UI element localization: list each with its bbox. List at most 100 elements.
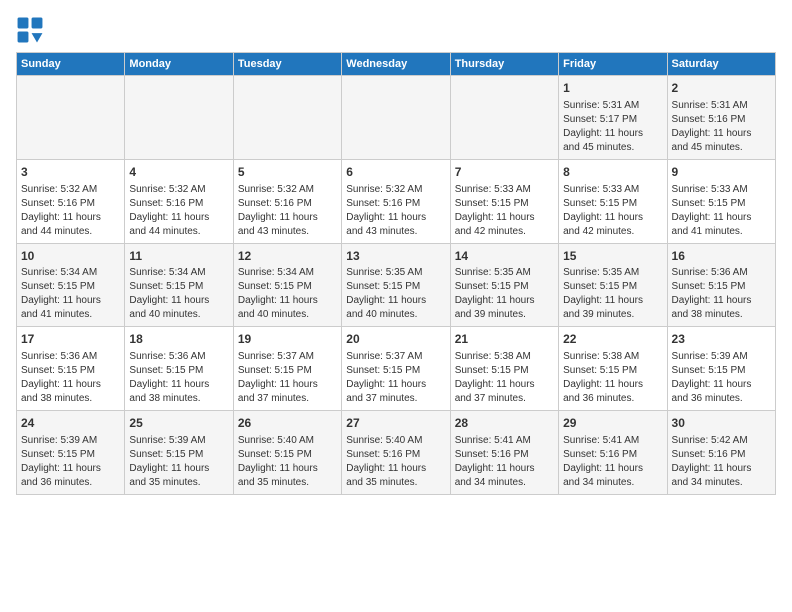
day-number: 22 [563, 331, 662, 348]
calendar-week-4: 17Sunrise: 5:36 AMSunset: 5:15 PMDayligh… [17, 327, 776, 411]
day-info: Sunrise: 5:41 AM [455, 434, 554, 448]
day-number: 6 [346, 164, 445, 181]
page-header [16, 16, 776, 44]
day-number: 25 [129, 415, 228, 432]
day-number: 20 [346, 331, 445, 348]
day-info: Sunset: 5:15 PM [238, 364, 337, 378]
day-info: Daylight: 11 hours [346, 211, 445, 225]
day-info: Sunset: 5:15 PM [455, 364, 554, 378]
day-number: 11 [129, 248, 228, 265]
day-info: Sunrise: 5:38 AM [563, 350, 662, 364]
day-info: Daylight: 11 hours [21, 211, 120, 225]
day-info: Sunrise: 5:33 AM [563, 183, 662, 197]
day-info: Sunrise: 5:35 AM [346, 266, 445, 280]
day-info: Sunset: 5:16 PM [238, 197, 337, 211]
day-info: and 35 minutes. [238, 476, 337, 490]
day-info: Sunset: 5:15 PM [455, 197, 554, 211]
day-info: Sunset: 5:16 PM [346, 197, 445, 211]
calendar-cell: 4Sunrise: 5:32 AMSunset: 5:16 PMDaylight… [125, 159, 233, 243]
day-info: Daylight: 11 hours [563, 378, 662, 392]
day-info: and 40 minutes. [346, 308, 445, 322]
day-number: 13 [346, 248, 445, 265]
day-info: Sunset: 5:15 PM [672, 364, 771, 378]
day-info: Daylight: 11 hours [346, 294, 445, 308]
logo-icon [16, 16, 44, 44]
day-info: Daylight: 11 hours [21, 378, 120, 392]
day-info: Sunrise: 5:35 AM [455, 266, 554, 280]
day-info: and 41 minutes. [21, 308, 120, 322]
day-info: and 38 minutes. [672, 308, 771, 322]
day-info: Daylight: 11 hours [672, 294, 771, 308]
day-info: Sunrise: 5:39 AM [672, 350, 771, 364]
day-number: 18 [129, 331, 228, 348]
day-info: Daylight: 11 hours [672, 211, 771, 225]
day-info: and 37 minutes. [455, 392, 554, 406]
calendar-cell: 1Sunrise: 5:31 AMSunset: 5:17 PMDaylight… [559, 76, 667, 160]
day-info: Daylight: 11 hours [563, 127, 662, 141]
day-info: Daylight: 11 hours [238, 462, 337, 476]
day-info: and 41 minutes. [672, 225, 771, 239]
calendar-cell: 17Sunrise: 5:36 AMSunset: 5:15 PMDayligh… [17, 327, 125, 411]
day-info: Sunrise: 5:40 AM [238, 434, 337, 448]
calendar-cell: 13Sunrise: 5:35 AMSunset: 5:15 PMDayligh… [342, 243, 450, 327]
calendar-cell [17, 76, 125, 160]
day-number: 23 [672, 331, 771, 348]
day-info: and 36 minutes. [672, 392, 771, 406]
calendar-cell: 27Sunrise: 5:40 AMSunset: 5:16 PMDayligh… [342, 411, 450, 495]
calendar-cell: 19Sunrise: 5:37 AMSunset: 5:15 PMDayligh… [233, 327, 341, 411]
day-info: Daylight: 11 hours [346, 462, 445, 476]
day-number: 5 [238, 164, 337, 181]
day-info: Sunset: 5:15 PM [563, 197, 662, 211]
calendar-cell [342, 76, 450, 160]
day-number: 21 [455, 331, 554, 348]
day-number: 9 [672, 164, 771, 181]
day-number: 17 [21, 331, 120, 348]
day-info: Sunset: 5:16 PM [672, 448, 771, 462]
day-number: 2 [672, 80, 771, 97]
day-info: Daylight: 11 hours [563, 462, 662, 476]
calendar-cell: 3Sunrise: 5:32 AMSunset: 5:16 PMDaylight… [17, 159, 125, 243]
day-header-thursday: Thursday [450, 53, 558, 76]
calendar-cell: 14Sunrise: 5:35 AMSunset: 5:15 PMDayligh… [450, 243, 558, 327]
day-info: Daylight: 11 hours [672, 378, 771, 392]
calendar-cell: 25Sunrise: 5:39 AMSunset: 5:15 PMDayligh… [125, 411, 233, 495]
day-info: Sunrise: 5:34 AM [129, 266, 228, 280]
day-info: and 43 minutes. [238, 225, 337, 239]
day-number: 28 [455, 415, 554, 432]
calendar-cell: 2Sunrise: 5:31 AMSunset: 5:16 PMDaylight… [667, 76, 775, 160]
day-info: Sunrise: 5:41 AM [563, 434, 662, 448]
calendar-cell: 30Sunrise: 5:42 AMSunset: 5:16 PMDayligh… [667, 411, 775, 495]
calendar-cell: 28Sunrise: 5:41 AMSunset: 5:16 PMDayligh… [450, 411, 558, 495]
day-header-tuesday: Tuesday [233, 53, 341, 76]
day-info: Sunset: 5:15 PM [455, 280, 554, 294]
day-header-friday: Friday [559, 53, 667, 76]
day-info: Sunset: 5:15 PM [21, 448, 120, 462]
day-info: Sunrise: 5:35 AM [563, 266, 662, 280]
day-info: Sunset: 5:15 PM [346, 364, 445, 378]
day-info: Sunrise: 5:36 AM [672, 266, 771, 280]
day-info: Sunrise: 5:36 AM [21, 350, 120, 364]
day-info: Daylight: 11 hours [672, 127, 771, 141]
calendar-cell [125, 76, 233, 160]
day-info: and 36 minutes. [21, 476, 120, 490]
day-number: 14 [455, 248, 554, 265]
calendar-cell: 9Sunrise: 5:33 AMSunset: 5:15 PMDaylight… [667, 159, 775, 243]
day-info: Sunset: 5:15 PM [21, 280, 120, 294]
day-info: Daylight: 11 hours [455, 211, 554, 225]
day-info: and 44 minutes. [129, 225, 228, 239]
day-info: Daylight: 11 hours [563, 211, 662, 225]
day-number: 12 [238, 248, 337, 265]
day-info: Sunrise: 5:31 AM [563, 99, 662, 113]
day-info: Daylight: 11 hours [238, 211, 337, 225]
day-info: Daylight: 11 hours [21, 462, 120, 476]
day-info: Sunrise: 5:32 AM [346, 183, 445, 197]
day-info: Sunrise: 5:32 AM [238, 183, 337, 197]
calendar-cell: 29Sunrise: 5:41 AMSunset: 5:16 PMDayligh… [559, 411, 667, 495]
day-info: Sunset: 5:16 PM [21, 197, 120, 211]
day-info: Sunset: 5:15 PM [129, 448, 228, 462]
day-info: Sunrise: 5:34 AM [238, 266, 337, 280]
day-info: Sunset: 5:15 PM [672, 280, 771, 294]
day-info: Sunset: 5:16 PM [672, 113, 771, 127]
calendar-table: SundayMondayTuesdayWednesdayThursdayFrid… [16, 52, 776, 495]
day-info: and 36 minutes. [563, 392, 662, 406]
